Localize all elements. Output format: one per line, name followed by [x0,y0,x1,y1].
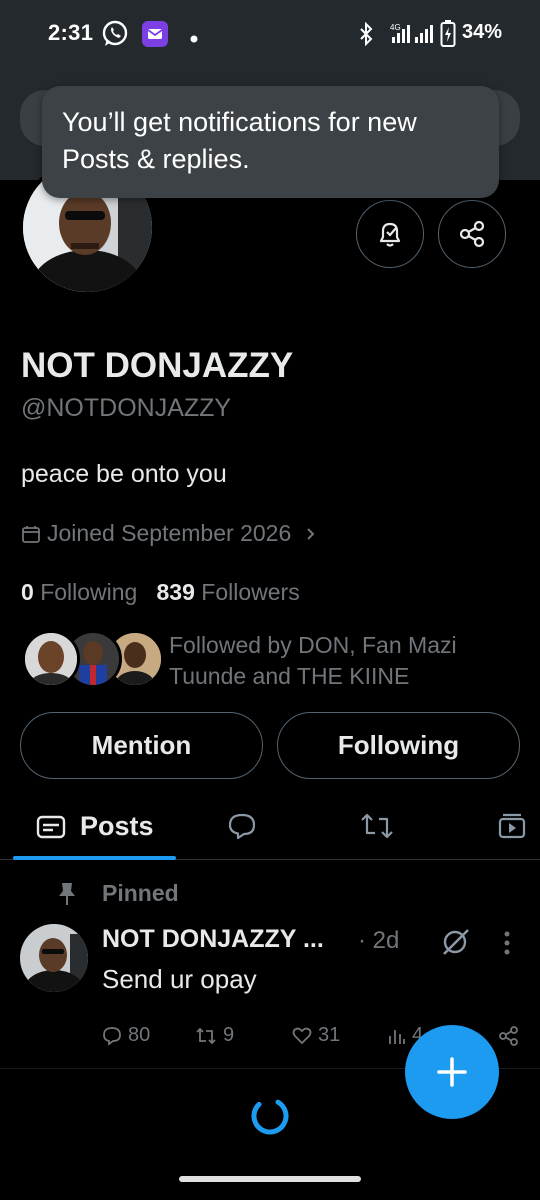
share-icon [459,220,485,248]
joined-date[interactable]: Joined September 2026 [21,520,319,547]
share-icon[interactable] [498,1025,520,1052]
dot-icon [190,30,198,48]
share-button[interactable] [438,200,506,268]
status-bar: 2:31 4G 34% [0,0,540,68]
toast-text: You’ll get notifications for new Posts &… [62,107,417,174]
joined-text: Joined September 2026 [47,520,292,546]
calendar-icon [22,525,40,543]
home-indicator[interactable] [179,1176,361,1182]
notifications-subscribed-button[interactable] [356,200,424,268]
like-count: 31 [318,1024,341,1046]
reply-icon [103,1026,121,1046]
post-timestamp: · 2d [358,927,400,954]
posts-icon [36,815,66,839]
battery-icon [440,20,456,53]
tab-posts[interactable]: Posts [36,804,154,848]
grok-icon[interactable] [440,926,472,963]
post-author-avatar[interactable] [20,924,88,992]
followed-by-avatars[interactable] [22,630,164,690]
followers-label: Followers [201,579,300,605]
heart-icon [292,1027,312,1044]
chevron-right-icon [307,527,315,540]
following-label: Following [40,579,138,605]
pinned-indicator: Pinned [56,880,179,907]
compose-post-button[interactable] [405,1025,499,1119]
pin-icon [59,882,75,905]
reply-icon [228,813,256,840]
repost-icon [196,1027,216,1044]
profile-tabs: Posts [0,790,540,860]
followers-count: 839 [156,579,195,605]
display-name: NOT DONJAZZY [21,346,294,385]
repost-count: 9 [223,1024,235,1046]
pinned-label: Pinned [102,880,179,906]
tab-media[interactable] [497,804,527,848]
reply-count: 80 [128,1024,151,1046]
views-icon [389,1029,405,1044]
signal-icon: 4G [382,22,412,49]
notification-toast: You’ll get notifications for new Posts &… [42,86,499,198]
mention-button[interactable]: Mention [20,712,263,779]
tab-reposts[interactable] [360,804,394,848]
followed-by-text[interactable]: Followed by DON, Fan Mazi Tuunde and THE… [169,630,509,692]
follow-counts: 0 Following 839 Followers [21,579,300,606]
battery-percent: 34% [462,21,503,43]
user-handle: @NOTDONJAZZY [21,394,232,422]
post-author-name[interactable]: NOT DONJAZZY ... [102,925,324,954]
more-options-icon[interactable] [502,930,512,961]
avatar [22,630,80,688]
following-link[interactable]: 0 Following [21,579,137,605]
repost-button[interactable]: 9 [195,1024,234,1047]
reply-button[interactable]: 80 [102,1024,150,1047]
loading-spinner-icon [251,1097,289,1135]
tab-replies[interactable] [227,804,257,848]
tab-posts-label: Posts [80,810,154,841]
bluetooth-icon [358,21,374,51]
like-button[interactable]: 31 [292,1024,340,1047]
media-icon [498,813,526,839]
signal-icon [414,22,434,49]
tab-selected-indicator [13,856,176,860]
following-button[interactable]: Following [277,712,520,779]
bell-check-icon [379,222,401,247]
repost-icon [361,813,393,839]
followers-link[interactable]: 839 Followers [157,579,300,605]
mail-icon [141,20,169,53]
plus-icon [437,1057,467,1087]
following-count: 0 [21,579,34,605]
whatsapp-icon [101,20,129,53]
status-time: 2:31 [48,20,94,45]
post-text: Send ur opay [102,964,257,994]
profile-bio: peace be onto you [21,460,227,488]
svg-text:4G: 4G [390,23,401,32]
